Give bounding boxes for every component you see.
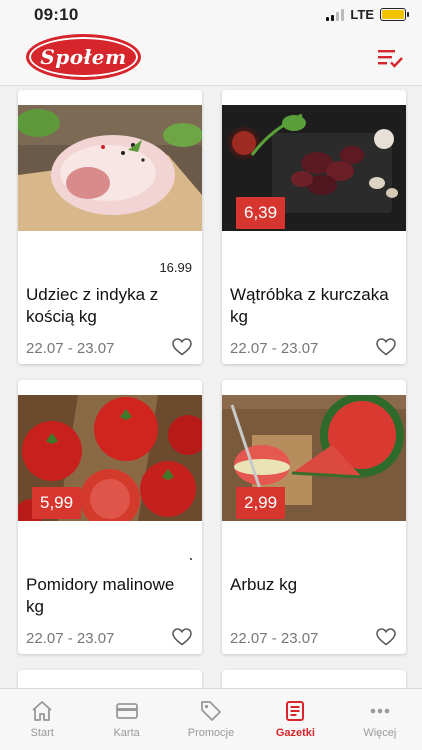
tab-karta[interactable]: Karta (84, 689, 168, 750)
tab-label: Gazetki (275, 727, 315, 739)
status-bar: 09:10 LTE (0, 0, 422, 28)
product-card[interactable]: 2,99 Arbuz kg 22.07 - 23.07 (222, 380, 406, 654)
price-badge: 5,99 (32, 487, 82, 519)
tab-wiecej[interactable]: Więcej (338, 689, 422, 750)
price-badge: 6,39 (236, 197, 286, 229)
status-indicators: LTE (326, 7, 409, 22)
home-icon (32, 701, 52, 721)
tab-label: Karta (113, 727, 140, 739)
app-header: Społem (0, 28, 422, 86)
signal-icon (326, 8, 345, 21)
battery-icon (380, 8, 409, 21)
product-name: Arbuz kg (230, 575, 298, 594)
separator-dot (190, 558, 192, 560)
price-badge: 2,99 (236, 487, 286, 519)
status-time: 09:10 (34, 5, 79, 24)
product-name: Wątróbka z kurczaka kg (230, 285, 389, 326)
card-icon (115, 703, 138, 719)
heart-icon[interactable] (376, 338, 396, 356)
product-name: Udziec z indyka z kością kg (26, 285, 159, 326)
tab-gazetki[interactable]: Gazetki (253, 689, 337, 750)
tab-label: Start (30, 727, 54, 739)
tab-label: Promocje (187, 727, 235, 739)
tag-icon (201, 701, 221, 721)
tab-bar: Start Karta Promocje Gazetki Więcej (0, 688, 422, 750)
network-label: LTE (350, 7, 374, 22)
logo[interactable]: Społem (26, 34, 141, 80)
heart-icon[interactable] (376, 628, 396, 646)
product-price: 16.99 (159, 260, 192, 275)
heart-icon[interactable] (172, 628, 192, 646)
product-dates: 22.07 - 23.07 (230, 630, 319, 647)
heart-icon[interactable] (172, 338, 192, 356)
product-image-turkey-leg (18, 105, 202, 231)
product-card[interactable]: 6,39 Wątróbka z kurczaka kg 22.07 - 23.0… (222, 90, 406, 364)
product-card[interactable]: 16.99 Udziec z indyka z kością kg 22.07 … (18, 90, 202, 364)
newspaper-icon (286, 701, 305, 721)
product-card[interactable]: 5,99 Pomidory malinowe kg 22.07 - 23.07 (18, 380, 202, 654)
shopping-list-icon[interactable] (378, 48, 404, 68)
product-dates: 22.07 - 23.07 (230, 340, 319, 357)
product-name: Pomidory malinowe kg (26, 575, 175, 616)
logo-text: Społem (40, 45, 127, 69)
tab-promocje[interactable]: Promocje (169, 689, 253, 750)
more-icon (370, 708, 390, 714)
tab-label: Więcej (363, 727, 397, 739)
tab-start[interactable]: Start (0, 689, 84, 750)
product-dates: 22.07 - 23.07 (26, 340, 115, 357)
product-dates: 22.07 - 23.07 (26, 630, 115, 647)
